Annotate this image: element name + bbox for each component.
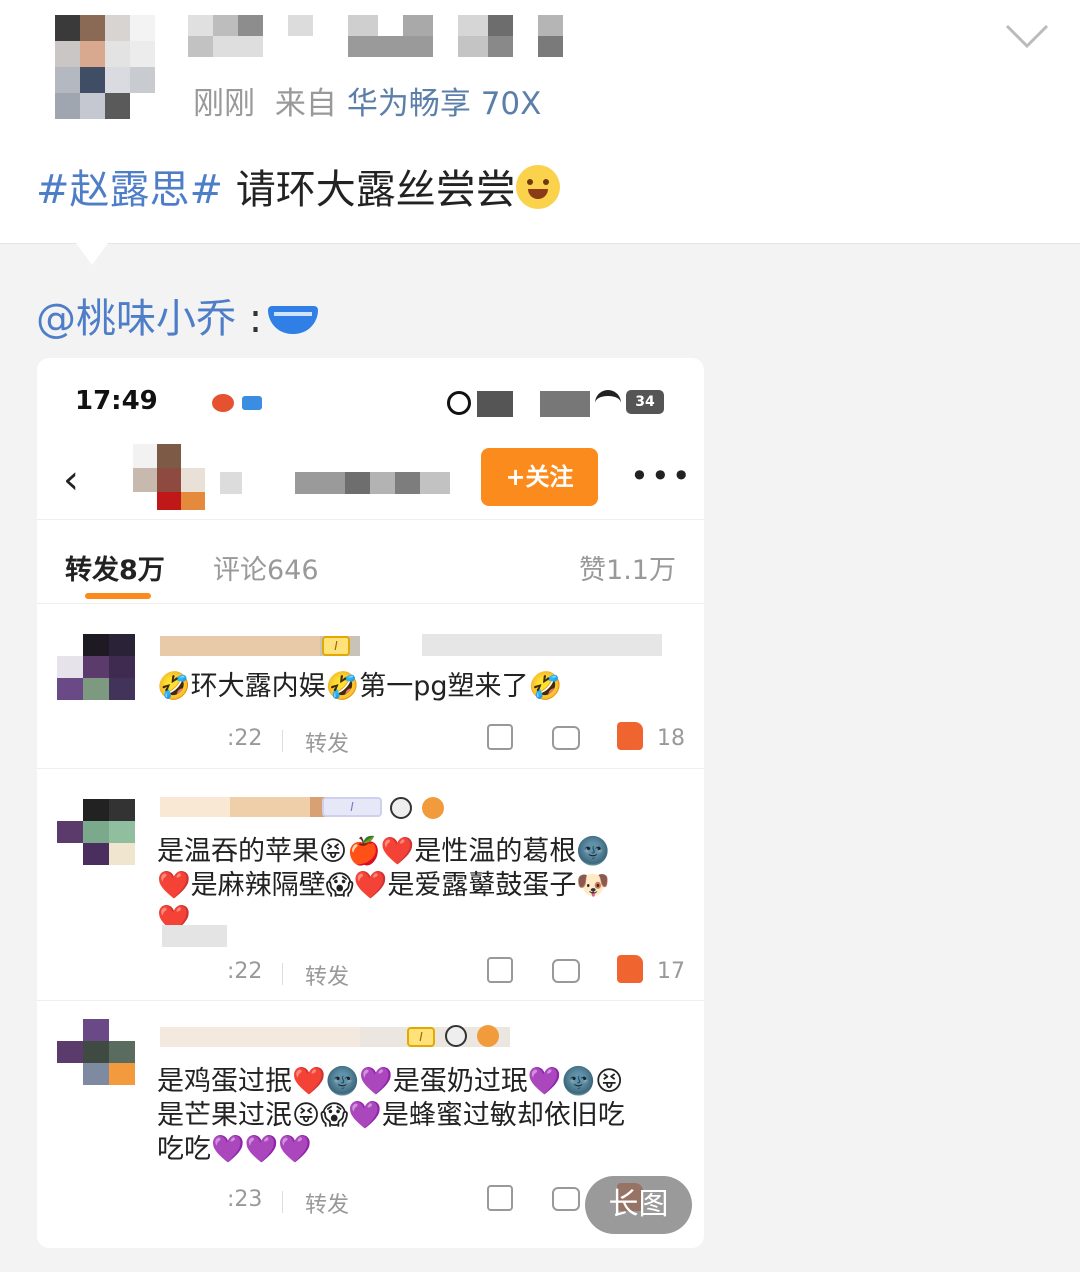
blurred-text — [422, 634, 662, 656]
pufferfish-icon — [422, 797, 444, 819]
screenshot-image[interactable]: 17:49 34 ‹ +关注 ••• 转发8万 评论646 赞1.1万 I 🤣环… — [37, 358, 704, 1248]
comment-item: I 是温吞的苹果😝🍎❤️是性温的葛根🌚 ❤️是麻辣隔壁😱❤️是爱露鼙鼓蛋子🐶 ❤… — [37, 768, 704, 1000]
chevron-down-icon[interactable] — [1005, 20, 1049, 50]
user-avatar[interactable] — [55, 15, 155, 119]
comment-footer: :22 转发 17 — [157, 951, 702, 991]
hashtag-link[interactable]: #赵露思# — [36, 167, 223, 213]
thumbs-up-icon — [617, 955, 643, 983]
comment-line: ❤️ — [157, 904, 191, 935]
comment-item: I 🤣环大露内娱🤣第一pg塑来了🤣 :22 转发 18 — [37, 604, 704, 768]
panda-icon — [390, 797, 412, 819]
message-icon — [242, 396, 262, 410]
post-body: 请环大露丝尝尝 — [223, 167, 516, 213]
comment-line: ❤️是麻辣隔壁😱❤️是爱露鼙鼓蛋子🐶 — [157, 870, 611, 901]
screenshot-nav: ‹ +关注 ••• — [37, 444, 704, 520]
long-image-badge[interactable]: 长图 — [585, 1176, 692, 1234]
share-icon — [487, 1185, 513, 1211]
comment-line: 是鸡蛋过抿❤️🌚💜是蛋奶过珉💜🌚😝 — [157, 1066, 624, 1097]
comment-line: 是温吞的苹果😝🍎❤️是性温的葛根🌚 — [157, 836, 611, 867]
thumbs-up-icon — [617, 722, 643, 750]
divider — [0, 243, 1080, 244]
repost-source: @桃味小乔 : — [36, 286, 319, 344]
repost-notch — [76, 243, 108, 265]
user-badge: I — [322, 797, 382, 817]
comment-text: 是温吞的苹果😝🍎❤️是性温的葛根🌚 ❤️是麻辣隔壁😱❤️是爱露鼙鼓蛋子🐶 ❤️ — [157, 835, 677, 937]
hugging-face-icon — [515, 165, 560, 209]
user-badge: I — [322, 636, 350, 656]
comment-repost-label: 转发 — [305, 732, 350, 757]
comment-repost-label: 转发 — [305, 1193, 350, 1218]
signal-blur-2 — [540, 391, 590, 417]
commenter-avatar-blurred — [57, 634, 135, 700]
share-icon — [487, 957, 513, 983]
screenshot-tabs: 转发8万 评论646 赞1.1万 — [37, 520, 704, 604]
wifi-icon — [595, 390, 621, 416]
tab-repost: 转发8万 — [65, 555, 165, 586]
status-bar: 17:49 34 — [37, 358, 704, 444]
blurred-text — [162, 925, 227, 947]
comment-icon — [552, 726, 580, 750]
comment-text: 是鸡蛋过抿❤️🌚💜是蛋奶过珉💜🌚😝 是芒果过泯😝😱💜是蜂蜜过敏却依旧吃 吃吃💜💜… — [157, 1065, 677, 1167]
weibo-icon — [212, 394, 234, 412]
post-text: #赵露思# 请环大露丝尝尝 — [36, 157, 560, 215]
username-blurred[interactable] — [188, 15, 563, 57]
post-meta: 刚刚 来自 华为畅享 70X — [193, 78, 551, 123]
comment-time: :23 — [227, 1187, 263, 1212]
comment-line: 吃吃💜💜💜 — [157, 1134, 312, 1165]
post-time: 刚刚 — [193, 86, 255, 122]
tab-active-indicator — [85, 593, 151, 599]
comment-icon — [552, 959, 580, 983]
comment-icon — [552, 1187, 580, 1211]
panda-icon — [445, 1025, 467, 1047]
follow-button: +关注 — [481, 448, 598, 506]
poster-name-blurred — [220, 472, 450, 494]
comment-line: 是芒果过泯😝😱💜是蜂蜜过敏却依旧吃 — [157, 1100, 625, 1131]
device-source[interactable]: 华为畅享 70X — [347, 86, 542, 122]
commenter-avatar-blurred — [57, 1019, 135, 1085]
alarm-icon — [447, 391, 471, 415]
battery-icon: 34 — [626, 390, 664, 414]
user-badge: I — [407, 1027, 435, 1047]
comment-text: 🤣环大露内娱🤣第一pg塑来了🤣 — [157, 671, 563, 702]
tab-comment: 评论646 — [213, 555, 319, 586]
poster-avatar-blurred — [133, 444, 205, 512]
status-time: 17:49 — [75, 386, 158, 416]
pufferfish-icon — [477, 1025, 499, 1047]
comment-time: :22 — [227, 959, 263, 984]
comment-footer: :22 转发 18 — [157, 718, 702, 758]
mention-link[interactable]: @桃味小乔 — [36, 296, 236, 342]
back-arrow-icon: ‹ — [63, 457, 79, 503]
more-options-icon: ••• — [630, 457, 693, 495]
share-icon — [487, 724, 513, 750]
post-card: 刚刚 来自 华为畅享 70X #赵露思# 请环大露丝尝尝 — [0, 0, 1080, 243]
repost-separator: : — [236, 296, 263, 342]
commenter-avatar-blurred — [57, 799, 135, 865]
signal-blur — [477, 391, 513, 417]
comment-repost-label: 转发 — [305, 965, 350, 990]
like-count: 18 — [657, 726, 685, 751]
briefs-icon — [268, 306, 319, 334]
from-label: 来自 — [274, 86, 337, 122]
comment-time: :22 — [227, 726, 263, 751]
tab-like: 赞1.1万 — [579, 555, 676, 586]
like-count: 17 — [657, 959, 685, 984]
